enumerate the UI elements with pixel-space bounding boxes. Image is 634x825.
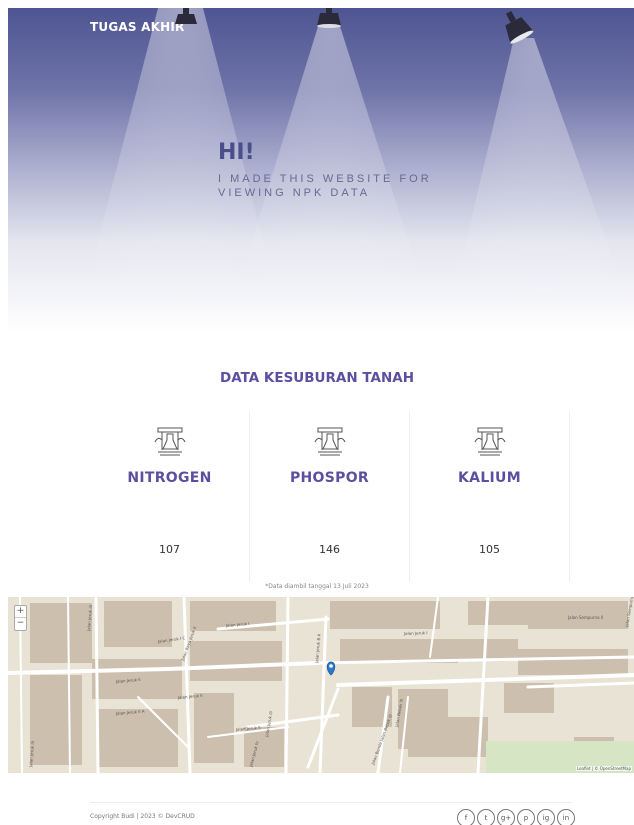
card-title: NITROGEN [127, 470, 212, 486]
card-kalium: KALIUM 105 [410, 412, 570, 582]
street-label: Jalan Sempurna II [567, 615, 603, 620]
copyright-text: Copyright Budi | 2023 © DevCRUD [90, 813, 195, 820]
pinterest-icon[interactable]: p [517, 809, 535, 825]
data-note: *Data diambil tanggal 13 Juli 2023 [265, 583, 369, 590]
street-label: Jalan Jeruk III [86, 605, 93, 632]
social-links: f t g+ p ig in [457, 809, 575, 825]
lab-flask-icon [474, 427, 506, 456]
twitter-icon[interactable]: t [477, 809, 495, 825]
card-title: PHOSPOR [289, 470, 369, 486]
spotlight-icon [505, 10, 534, 44]
street-label: Jalan Jeruk I [403, 630, 428, 636]
spotlight-icon [175, 8, 197, 24]
card-nitrogen: NITROGEN 107 [90, 412, 250, 582]
spotlight-icon [317, 8, 341, 28]
footer-divider [90, 802, 572, 803]
zoom-out-button[interactable]: − [15, 618, 26, 630]
linkedin-icon[interactable]: in [557, 809, 575, 825]
lab-flask-icon [314, 427, 346, 456]
hero-subtitle: I MADE THIS WEBSITE FOR VIEWING NPK DATA [218, 173, 432, 199]
street-label: Jalan Jeruk B A [314, 633, 322, 664]
hero-banner: TUGAS AKHIR HI! I MADE THIS WEBSITE FOR … [8, 8, 634, 333]
card-title: KALIUM [458, 470, 521, 486]
card-phospor: PHOSPOR 146 [250, 412, 410, 582]
hero-title: HI! [218, 140, 255, 165]
lab-flask-icon [154, 427, 186, 456]
section-title: DATA KESUBURAN TANAH [219, 370, 415, 386]
map-tiles[interactable]: Jalan Jeruk I Jalan Jeruk I Jalan Jeruk … [8, 597, 634, 773]
map-zoom-control: + − [14, 605, 27, 631]
zoom-in-button[interactable]: + [15, 606, 26, 618]
instagram-icon[interactable]: ig [537, 809, 555, 825]
card-value: 105 [479, 543, 500, 556]
location-marker-icon[interactable] [326, 661, 336, 676]
brand-logo[interactable]: TUGAS AKHIR [90, 20, 184, 34]
map-attribution[interactable]: Leaflet | © OpenStreetMap [575, 766, 632, 771]
map-widget[interactable]: Jalan Jeruk I Jalan Jeruk I Jalan Jeruk … [8, 597, 634, 773]
facebook-icon[interactable]: f [457, 809, 475, 825]
google-plus-icon[interactable]: g+ [497, 809, 515, 825]
card-value: 107 [159, 543, 180, 556]
card-value: 146 [319, 543, 340, 556]
npk-cards: NITROGEN 107 PHOSPOR 146 KALIUM 105 [90, 412, 572, 582]
light-beams [78, 8, 634, 318]
